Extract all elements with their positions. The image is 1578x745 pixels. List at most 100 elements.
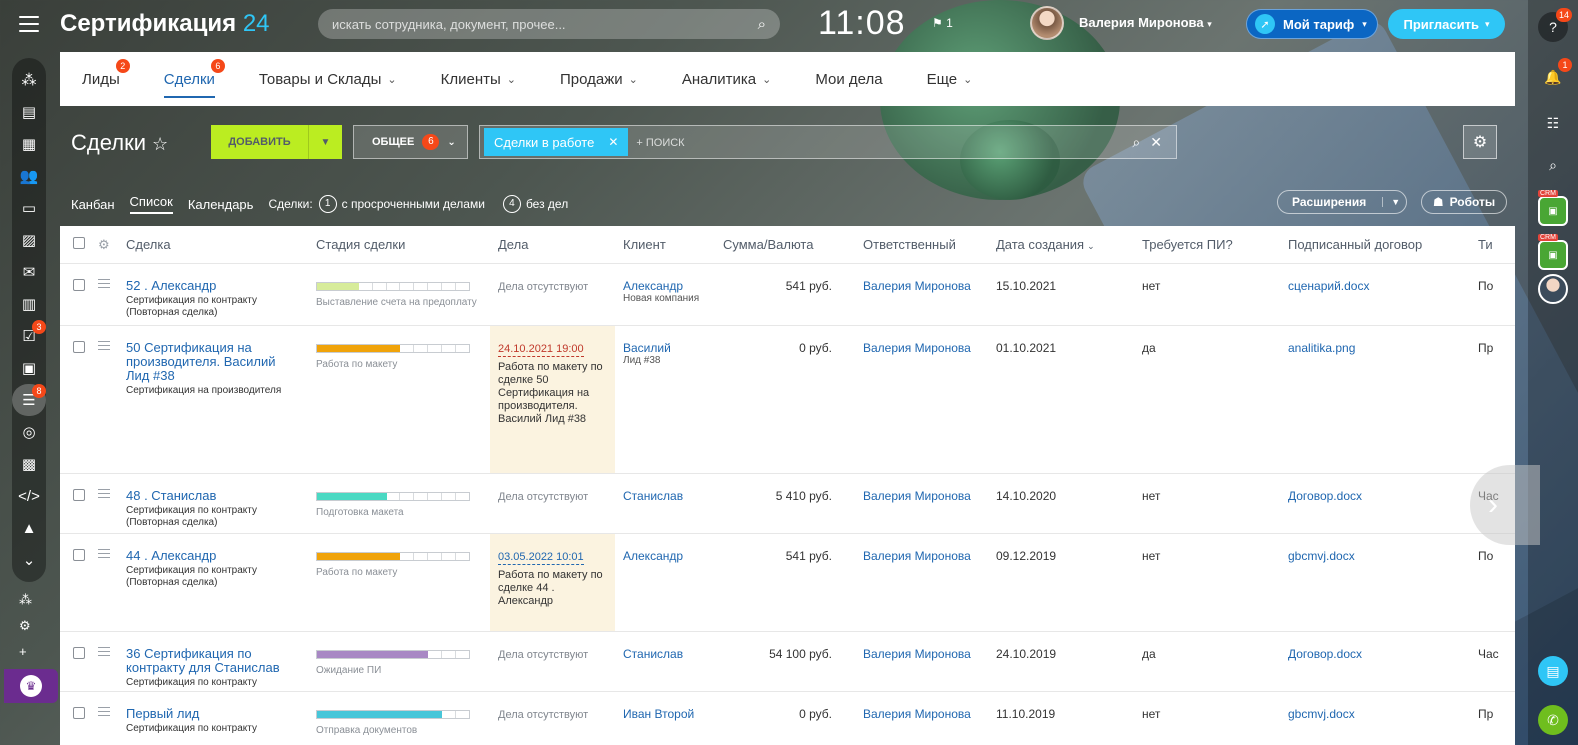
tab-3[interactable]: Клиенты ⌄ xyxy=(441,52,516,106)
mail-icon[interactable]: ✉ xyxy=(12,256,46,288)
noacts-count[interactable]: 4 xyxy=(502,195,521,213)
client-link[interactable]: Иван Второй xyxy=(623,707,707,721)
gear-icon[interactable]: ⚙ xyxy=(98,237,110,252)
responsible-link[interactable]: Валерия Миронова xyxy=(863,279,971,293)
table-row[interactable]: Первый лид Сертификация по контракту Отпра… xyxy=(60,692,1515,745)
responsible-link[interactable]: Валерия Миронова xyxy=(863,707,971,721)
row-checkbox[interactable] xyxy=(73,341,85,353)
stage-progress[interactable] xyxy=(316,710,470,719)
col-acts[interactable]: Дела xyxy=(490,237,615,252)
tab-7[interactable]: Еще ⌄ xyxy=(927,52,973,106)
filter-search-input[interactable] xyxy=(636,135,1133,149)
target-icon[interactable]: ◎ xyxy=(12,416,46,448)
stage-progress[interactable] xyxy=(316,492,470,501)
tariff-button[interactable]: ➚ Мой тариф ▾ xyxy=(1246,9,1378,39)
deal-title[interactable]: Первый лид xyxy=(126,707,300,721)
row-checkbox[interactable] xyxy=(73,489,85,501)
deal-title[interactable]: 50 Сертификация на производителя. Васили… xyxy=(126,341,300,383)
view-calendar[interactable]: Календарь xyxy=(188,197,254,212)
row-checkbox[interactable] xyxy=(73,707,85,719)
select-all-checkbox[interactable] xyxy=(73,237,85,249)
client-link[interactable]: Александр xyxy=(623,279,707,293)
news-icon[interactable]: ▤ xyxy=(12,96,46,128)
table-row[interactable]: 52 . Александр Сертификация по контракту … xyxy=(60,264,1515,326)
responsible-link[interactable]: Валерия Миронова xyxy=(863,549,971,563)
row-checkbox[interactable] xyxy=(73,549,85,561)
col-type[interactable]: Ти xyxy=(1470,237,1515,252)
table-row[interactable]: 50 Сертификация на производителя. Васили… xyxy=(60,326,1515,474)
deal-title[interactable]: 44 . Александр xyxy=(126,549,300,563)
contract-file-link[interactable]: сценарий.docx xyxy=(1288,279,1369,293)
row-menu-icon[interactable] xyxy=(98,647,110,659)
client-link[interactable]: Станислав xyxy=(623,489,707,503)
col-stage[interactable]: Стадия сделки xyxy=(308,237,490,252)
calendar-icon[interactable]: ▦ xyxy=(12,128,46,160)
chevron-down-icon[interactable]: ▼ xyxy=(308,125,342,159)
search-icon[interactable]: ⌕ xyxy=(1132,134,1140,151)
activity-deadline[interactable]: 24.10.2021 19:00 xyxy=(498,343,584,357)
col-date[interactable]: Дата создания ⌄ xyxy=(988,237,1134,252)
filter-tag[interactable]: Сделки в работе ✕ xyxy=(484,128,629,156)
avatar[interactable] xyxy=(1538,274,1568,304)
stage-progress[interactable] xyxy=(316,552,470,561)
chat-icon[interactable]: ▨ xyxy=(12,224,46,256)
row-menu-icon[interactable] xyxy=(98,489,110,501)
col-client[interactable]: Клиент xyxy=(615,237,715,252)
crown-button[interactable]: ♛ xyxy=(4,669,58,703)
row-checkbox[interactable] xyxy=(73,647,85,659)
table-row[interactable]: 36 Сертификация по контракту для Станисл… xyxy=(60,632,1515,692)
contract-file-link[interactable]: gbcmvj.docx xyxy=(1288,707,1355,721)
row-menu-icon[interactable] xyxy=(98,707,110,719)
document-icon[interactable]: ▥ xyxy=(12,288,46,320)
tab-4[interactable]: Продажи ⌄ xyxy=(560,52,638,106)
category-selector[interactable]: ОБЩЕЕ 6 ⌄ xyxy=(353,125,468,159)
table-row[interactable]: 48 . Станислав Сертификация по контракту … xyxy=(60,474,1515,534)
contacts-icon[interactable]: ▣ xyxy=(12,352,46,384)
col-deal[interactable]: Сделка xyxy=(118,237,308,252)
row-menu-icon[interactable] xyxy=(98,549,110,561)
activity-deadline[interactable]: 03.05.2022 10:01 xyxy=(498,551,584,565)
contract-file-link[interactable]: analitika.png xyxy=(1288,341,1355,355)
app-logo[interactable]: Сертификация 24 xyxy=(60,10,270,38)
client-link[interactable]: Василий xyxy=(623,341,707,355)
tasks-icon[interactable]: ☑ 3 xyxy=(12,320,46,352)
search-icon[interactable]: ⌕ xyxy=(1538,150,1568,180)
flag-counter[interactable]: ⚑ 1 xyxy=(932,16,953,30)
contract-file-link[interactable]: gbcmvj.docx xyxy=(1288,549,1355,563)
responsible-link[interactable]: Валерия Миронова xyxy=(863,647,971,661)
view-list[interactable]: Список xyxy=(129,194,173,214)
stage-progress[interactable] xyxy=(316,282,470,291)
star-icon[interactable]: ☆ xyxy=(152,134,168,154)
stage-progress[interactable] xyxy=(316,344,470,353)
contract-file-link[interactable]: Договор.docx xyxy=(1288,647,1362,661)
avatar[interactable] xyxy=(1030,6,1064,40)
more-icon[interactable]: ⌄ xyxy=(12,544,46,576)
gear-icon[interactable]: ⚙ xyxy=(1463,125,1497,159)
extensions-button[interactable]: Расширения ▼ xyxy=(1277,190,1407,214)
crm-funnel-icon[interactable]: ☰ 8 xyxy=(12,384,46,416)
overdue-count[interactable]: 1 xyxy=(318,195,337,213)
view-kanban[interactable]: Канбан xyxy=(71,197,115,212)
crm-chat-icon[interactable]: ▣ CRM xyxy=(1538,234,1568,270)
client-link[interactable]: Станислав xyxy=(623,647,707,661)
tab-2[interactable]: Товары и Склады ⌄ xyxy=(259,52,397,106)
phone-icon[interactable]: ✆ xyxy=(1538,705,1568,735)
row-menu-icon[interactable] xyxy=(98,279,110,291)
settings-icon[interactable]: ⚙ xyxy=(19,618,31,634)
add-deal-button[interactable]: ДОБАВИТЬ ▼ xyxy=(211,125,342,159)
search-icon[interactable]: ⌕ xyxy=(758,16,766,33)
deal-title[interactable]: 48 . Станислав xyxy=(126,489,300,503)
contract-file-link[interactable]: Договор.docx xyxy=(1288,489,1362,503)
drive-icon[interactable]: ▭ xyxy=(12,192,46,224)
tab-5[interactable]: Аналитика ⌄ xyxy=(682,52,771,106)
user-menu[interactable]: Валерия Миронова ▾ xyxy=(1079,15,1212,30)
stage-progress[interactable] xyxy=(316,650,470,659)
row-menu-icon[interactable] xyxy=(98,341,110,353)
invite-button[interactable]: Пригласить ▾ xyxy=(1388,9,1505,39)
help-icon[interactable]: ? 14 xyxy=(1538,8,1572,42)
noacts-label[interactable]: без дел xyxy=(526,197,568,211)
bell-icon[interactable]: 🔔 1 xyxy=(1538,58,1572,92)
responsible-link[interactable]: Валерия Миронова xyxy=(863,489,971,503)
feed-icon[interactable]: ⁂ xyxy=(12,64,46,96)
responsible-link[interactable]: Валерия Миронова xyxy=(863,341,971,355)
